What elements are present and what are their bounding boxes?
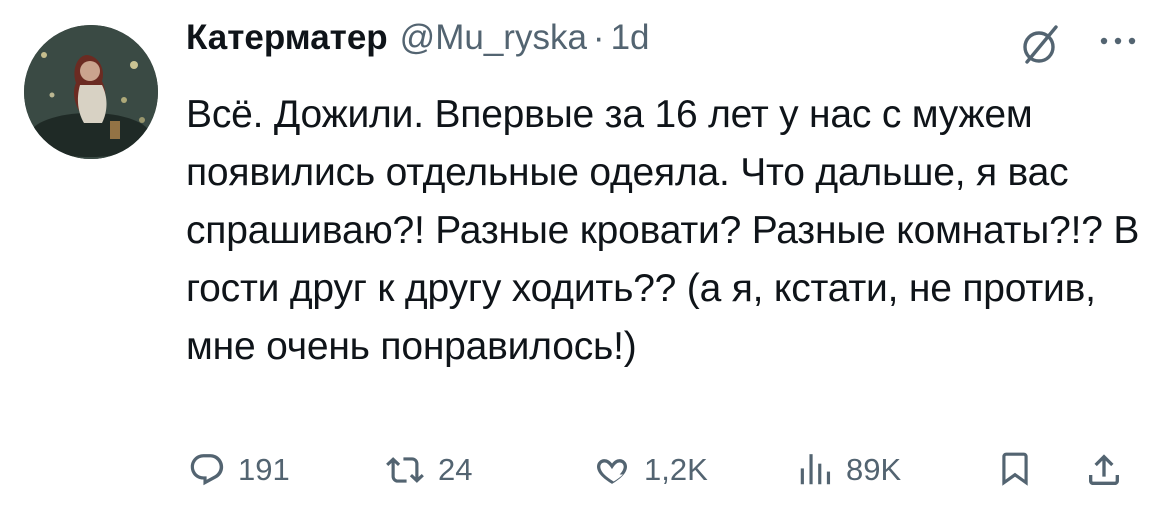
retweet-button[interactable]: 24 bbox=[384, 440, 472, 500]
more-options-icon[interactable] bbox=[1098, 34, 1138, 48]
retweet-icon bbox=[386, 457, 424, 483]
header-separator: · bbox=[592, 18, 605, 57]
share-button[interactable] bbox=[1084, 440, 1124, 500]
reply-button[interactable]: 191 bbox=[188, 440, 290, 500]
views-count: 89K bbox=[846, 452, 902, 487]
user-handle[interactable]: @Mu_ryska bbox=[400, 18, 587, 58]
retweet-count: 24 bbox=[438, 452, 473, 487]
views-button[interactable]: 89K bbox=[796, 440, 901, 500]
like-count: 1,2K bbox=[644, 452, 708, 487]
tweet-text: Всё. Дожили. Впервые за 16 лет у нас с м… bbox=[186, 93, 1140, 368]
views-icon bbox=[800, 454, 831, 485]
bookmark-button[interactable] bbox=[996, 440, 1034, 500]
avatar-image bbox=[24, 25, 158, 159]
tweet-actions: 191 24 1,2K 89K bbox=[0, 440, 1170, 500]
reply-icon bbox=[190, 454, 224, 486]
share-icon bbox=[1089, 454, 1119, 485]
tweet-timestamp[interactable]: 1d bbox=[611, 18, 650, 58]
heart-icon bbox=[597, 459, 627, 484]
tweet-header: Катерматер @Mu_ryska · 1d bbox=[186, 18, 650, 70]
bookmark-icon bbox=[1002, 452, 1028, 486]
like-button[interactable]: 1,2K bbox=[592, 440, 708, 500]
avatar[interactable] bbox=[24, 25, 158, 159]
display-name[interactable]: Катерматер bbox=[186, 18, 388, 58]
reply-count: 191 bbox=[238, 452, 290, 487]
grok-icon[interactable] bbox=[1018, 22, 1064, 68]
